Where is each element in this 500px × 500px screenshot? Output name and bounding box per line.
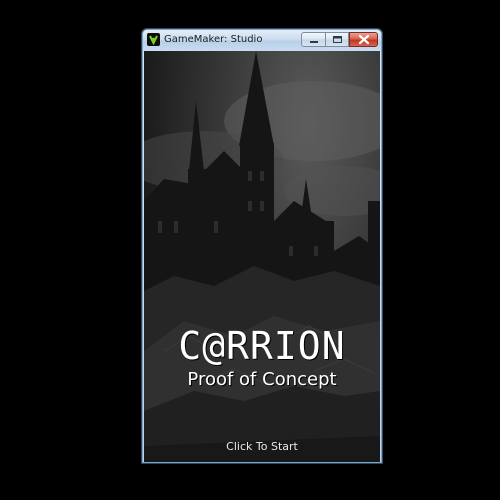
close-button[interactable]	[349, 32, 378, 47]
close-icon	[358, 34, 370, 45]
game-title: C@RRION	[178, 324, 346, 368]
title-bar[interactable]: GameMaker: Studio	[143, 30, 381, 51]
maximize-icon	[333, 36, 342, 43]
game-subtitle: Proof of Concept	[187, 369, 337, 390]
click-to-start-prompt[interactable]: Click To Start	[144, 440, 380, 453]
game-canvas[interactable]: C@RRION Proof of Concept Click To Start	[144, 51, 380, 462]
gamemaker-icon	[147, 33, 160, 46]
castle-background-image	[144, 51, 380, 462]
minimize-button[interactable]	[301, 32, 326, 47]
maximize-button[interactable]	[326, 32, 349, 47]
game-window: GameMaker: Studio C@RRION Proof of Conce…	[142, 29, 382, 463]
window-title: GameMaker: Studio	[164, 34, 263, 45]
minimize-icon	[310, 41, 318, 43]
